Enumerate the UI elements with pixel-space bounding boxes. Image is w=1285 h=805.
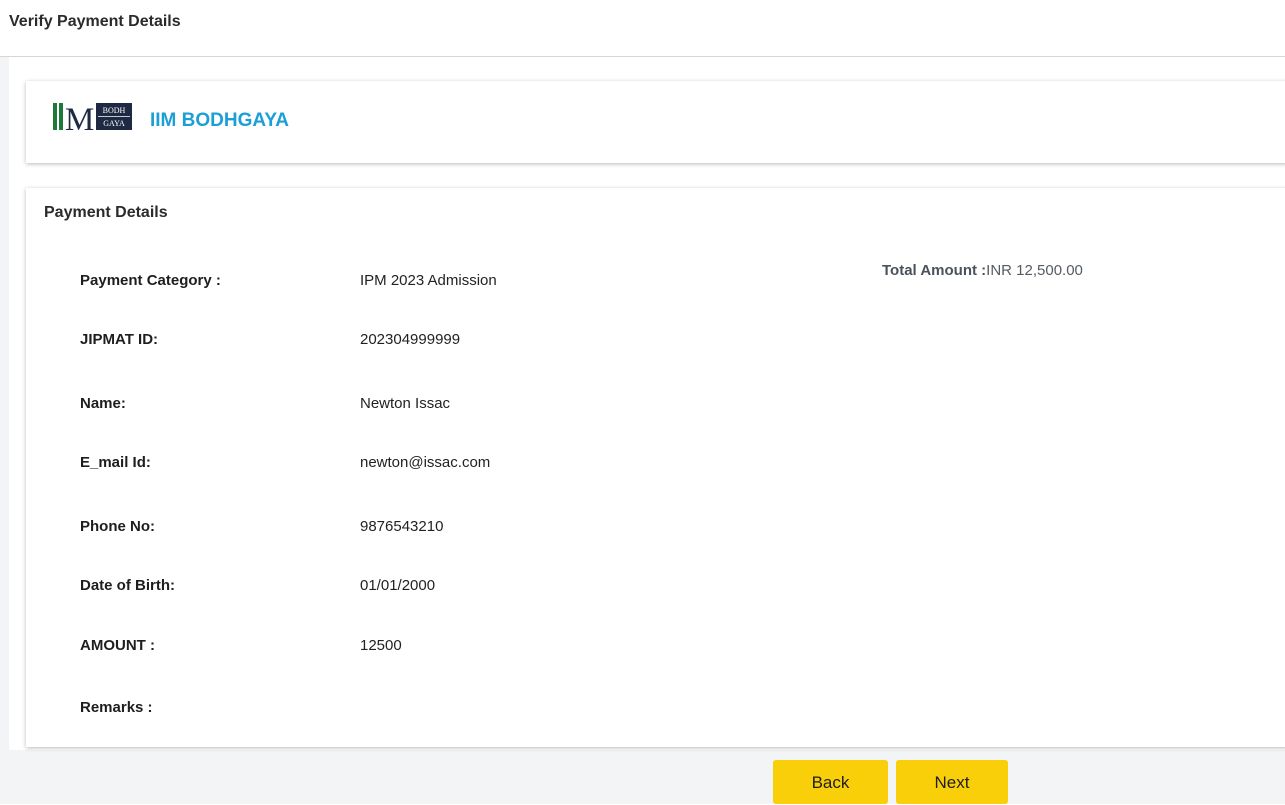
payment-details-card: Payment Details Total Amount :INR 12,500… [26,188,1285,747]
total-amount-value: INR 12,500.00 [986,262,1083,279]
svg-text:GAYA: GAYA [103,119,125,128]
institute-name: IIM BODHGAYA [150,110,290,131]
name-label: Name: [80,395,126,412]
back-button[interactable]: Back [773,760,888,804]
section-title: Payment Details [44,204,168,221]
page-title: Verify Payment Details [9,13,181,30]
page-header: Verify Payment Details [0,0,1285,57]
institute-logo: M BODH GAYA [51,94,133,136]
name-value: Newton Issac [360,395,451,412]
dob-label: Date of Birth: [80,577,175,594]
email-label: E_mail Id: [80,454,151,471]
jipmat-id-value: 202304999999 [360,331,461,348]
amount-label: AMOUNT : [80,637,155,654]
total-amount-label: Total Amount : [882,262,987,279]
total-amount: Total Amount :INR 12,500.00 [882,262,1083,279]
remarks-label: Remarks : [80,699,153,716]
jipmat-id-label: JIPMAT ID: [80,331,159,348]
payment-category-value: IPM 2023 Admission [360,272,497,289]
phone-label: Phone No: [80,518,155,535]
email-value: newton@issac.com [360,454,491,471]
next-button[interactable]: Next [896,760,1008,804]
dob-value: 01/01/2000 [360,577,436,594]
institute-card: M BODH GAYA IIM BODHGAYA [26,81,1285,163]
payment-category-label: Payment Category : [80,272,221,289]
amount-value: 12500 [360,637,402,654]
phone-value: 9876543210 [360,518,444,535]
svg-text:BODH: BODH [103,106,126,115]
svg-text:M: M [65,102,94,136]
